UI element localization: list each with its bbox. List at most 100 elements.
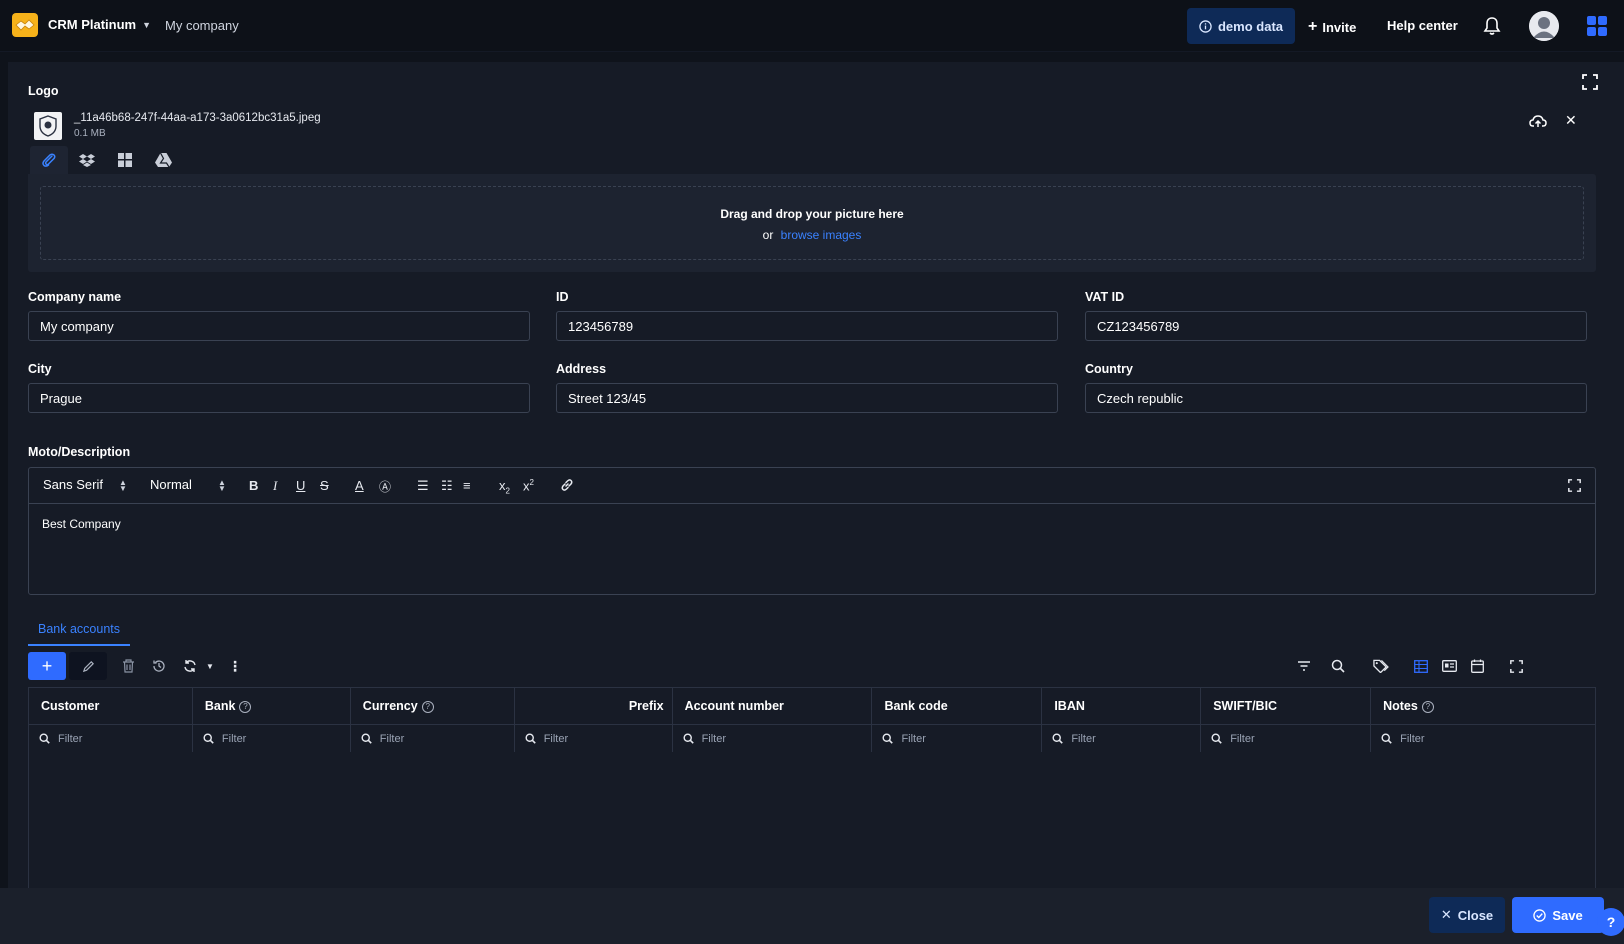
subscript-icon[interactable]: x2 xyxy=(499,478,510,496)
vat-id-label: VAT ID xyxy=(1085,290,1125,304)
italic-icon[interactable]: I xyxy=(273,478,277,494)
column-header-bank[interactable]: Bank? xyxy=(191,687,351,725)
browse-images-link[interactable]: browse images xyxy=(781,228,862,242)
country-input[interactable] xyxy=(1097,390,1586,406)
edit-row-button[interactable] xyxy=(69,652,107,680)
filter-icon[interactable] xyxy=(1296,658,1312,674)
column-header-prefix[interactable]: Prefix xyxy=(513,687,673,725)
column-header-customer[interactable]: Customer xyxy=(28,687,193,725)
top-bar: CRM Platinum ▼ My company demo data + In… xyxy=(0,0,1624,52)
id-input[interactable] xyxy=(568,318,1057,334)
paperclip-icon[interactable] xyxy=(30,146,68,174)
add-row-button[interactable]: + xyxy=(28,652,66,680)
more-options-icon[interactable]: ⋮ xyxy=(227,658,243,674)
column-header-swift[interactable]: SWIFT/BIC xyxy=(1200,687,1372,725)
search-icon xyxy=(1211,733,1222,744)
close-button[interactable]: ✕ Close xyxy=(1429,897,1505,933)
column-header-account-number[interactable]: Account number xyxy=(671,687,873,725)
city-input[interactable] xyxy=(40,390,529,406)
help-button[interactable]: ? xyxy=(1597,908,1624,936)
search-icon[interactable] xyxy=(1330,658,1346,674)
filter-cell[interactable]: Filter xyxy=(671,724,873,753)
editor-fullscreen-icon[interactable] xyxy=(1568,479,1581,492)
help-center-button[interactable]: Help center xyxy=(1387,18,1458,33)
drop-zone[interactable]: Drag and drop your picture here or brows… xyxy=(40,186,1584,260)
address-field[interactable] xyxy=(556,383,1058,413)
underline-icon[interactable]: U xyxy=(296,478,305,493)
bold-icon[interactable]: B xyxy=(249,478,258,493)
address-input[interactable] xyxy=(568,390,1057,406)
demo-data-button[interactable]: demo data xyxy=(1187,8,1295,44)
dropbox-icon[interactable] xyxy=(68,146,106,174)
column-label: Bank code xyxy=(884,699,948,713)
filter-cell[interactable]: Filter xyxy=(1370,724,1596,753)
logo-label: Logo xyxy=(28,84,59,98)
fullscreen-icon[interactable] xyxy=(1582,74,1598,90)
column-header-currency[interactable]: Currency? xyxy=(349,687,515,725)
superscript-icon[interactable]: x2 xyxy=(523,478,534,493)
trash-icon[interactable] xyxy=(120,658,136,674)
company-name-field[interactable] xyxy=(28,311,530,341)
company-breadcrumb[interactable]: My company xyxy=(165,18,239,33)
bell-icon[interactable] xyxy=(1483,16,1501,36)
card-view-icon[interactable] xyxy=(1441,658,1457,674)
filter-cell[interactable]: Filter xyxy=(28,724,193,753)
check-circle-icon xyxy=(1533,908,1547,922)
filter-cell[interactable]: Filter xyxy=(349,724,515,753)
logo-drop-area[interactable]: Drag and drop your picture here or brows… xyxy=(28,174,1596,272)
filter-cell[interactable]: Filter xyxy=(871,724,1043,753)
filter-cell[interactable]: Filter xyxy=(191,724,351,753)
save-button[interactable]: Save xyxy=(1512,897,1604,933)
font-family-select[interactable]: Sans Serif ▲ ▼ xyxy=(43,477,127,493)
tab-bank-accounts[interactable]: Bank accounts xyxy=(28,614,130,646)
id-field[interactable] xyxy=(556,311,1058,341)
align-icon[interactable]: ≡ xyxy=(463,478,471,493)
calendar-icon[interactable] xyxy=(1469,658,1485,674)
editor-toolbar: Sans Serif ▲ ▼ Normal ▲ ▼ B I U S A Ⓐ ☰ ☷ … xyxy=(29,468,1595,504)
ordered-list-icon[interactable]: ☷ xyxy=(441,478,453,494)
user-avatar[interactable] xyxy=(1529,11,1559,41)
country-field[interactable] xyxy=(1085,383,1587,413)
app-logo-icon[interactable] xyxy=(12,13,38,37)
strikethrough-icon[interactable]: S xyxy=(320,478,329,493)
vat-id-input[interactable] xyxy=(1097,318,1586,334)
column-header-bank-code[interactable]: Bank code xyxy=(871,687,1043,725)
help-icon[interactable]: ? xyxy=(421,700,434,713)
bullet-list-icon[interactable]: ☰ xyxy=(417,478,429,494)
logo-thumbnail xyxy=(34,112,62,140)
onedrive-windows-icon[interactable] xyxy=(106,146,144,174)
vat-id-field[interactable] xyxy=(1085,311,1587,341)
app-switcher[interactable]: CRM Platinum ▼ xyxy=(48,17,151,32)
tags-icon[interactable] xyxy=(1373,658,1389,674)
company-name-input[interactable] xyxy=(40,318,529,334)
refresh-icon[interactable] xyxy=(182,658,198,674)
apps-grid-icon[interactable] xyxy=(1587,16,1607,36)
close-label: Close xyxy=(1457,907,1494,923)
editor-content[interactable]: Best Company xyxy=(29,504,1595,544)
help-icon[interactable]: ? xyxy=(1421,700,1434,713)
background-color-icon[interactable]: Ⓐ xyxy=(379,478,391,495)
city-field[interactable] xyxy=(28,383,530,413)
cloud-upload-icon[interactable] xyxy=(1529,114,1547,128)
filter-placeholder: Filter xyxy=(1400,732,1425,745)
invite-label: Invite xyxy=(1322,19,1357,35)
remove-logo-icon[interactable]: ✕ xyxy=(1565,112,1577,129)
search-icon xyxy=(1381,733,1392,744)
link-icon[interactable] xyxy=(560,478,574,495)
column-header-iban[interactable]: IBAN xyxy=(1041,687,1202,725)
help-icon[interactable]: ? xyxy=(239,700,252,713)
filter-cell[interactable]: Filter xyxy=(1200,724,1372,753)
column-label: Account number xyxy=(684,699,784,713)
refresh-options-caret-icon[interactable]: ▼ xyxy=(202,658,218,674)
history-icon[interactable] xyxy=(151,658,167,674)
logo-file-name: _11a46b68-247f-44aa-a173-3a0612bc31a5.jp… xyxy=(74,112,321,124)
filter-cell[interactable]: Filter xyxy=(1041,724,1202,753)
font-size-select[interactable]: Normal ▲ ▼ xyxy=(150,477,226,493)
column-header-notes[interactable]: Notes? xyxy=(1370,687,1596,725)
filter-cell[interactable]: Filter xyxy=(513,724,673,753)
invite-button[interactable]: + Invite xyxy=(1308,18,1356,36)
table-view-icon[interactable] xyxy=(1413,658,1429,674)
grid-fullscreen-icon[interactable] xyxy=(1508,658,1524,674)
text-color-icon[interactable]: A xyxy=(355,478,364,493)
google-drive-icon[interactable] xyxy=(144,146,182,174)
